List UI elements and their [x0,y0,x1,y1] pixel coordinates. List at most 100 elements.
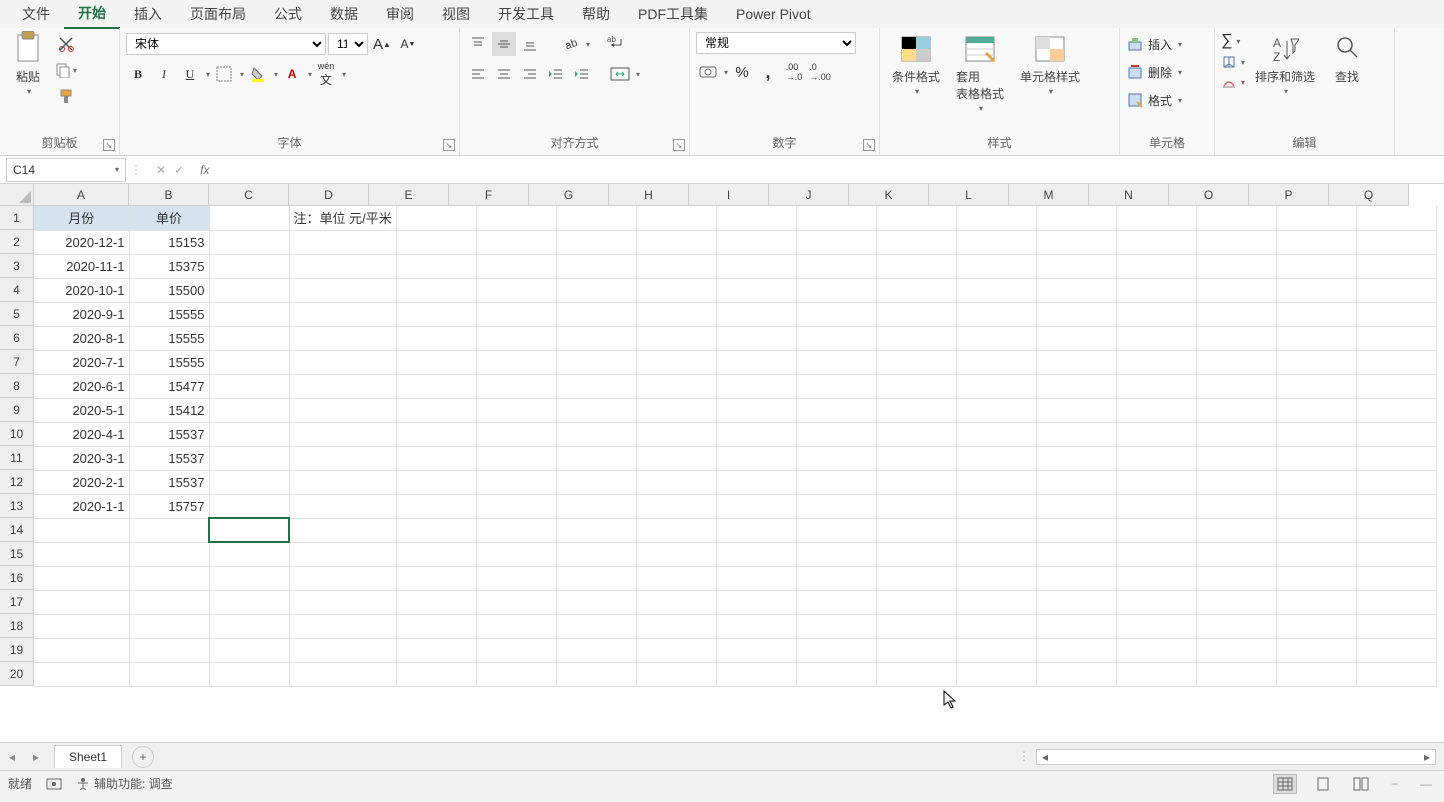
cell[interactable] [636,326,716,350]
cell[interactable] [716,278,796,302]
cell[interactable] [476,422,556,446]
cell[interactable] [1196,230,1276,254]
cell[interactable] [129,590,209,614]
cell[interactable] [1356,302,1436,326]
col-header[interactable]: L [929,184,1009,206]
dialog-launcher-icon[interactable]: ↘ [863,139,875,151]
align-center-button[interactable] [492,62,516,86]
cell[interactable] [1116,638,1196,662]
cell[interactable] [556,638,636,662]
copy-button[interactable]: ▾ [54,58,78,82]
cell[interactable] [876,422,956,446]
cell[interactable] [1116,422,1196,446]
cell[interactable] [209,254,289,278]
macro-record-icon[interactable] [46,776,62,792]
add-sheet-button[interactable]: + [132,746,154,768]
row-header[interactable]: 13 [0,494,34,518]
autosum-button[interactable]: ∑▾ [1221,32,1245,50]
cell[interactable] [1116,254,1196,278]
cell[interactable]: 月份 [34,206,129,230]
increase-decimal-button[interactable]: .00→.0 [782,60,806,84]
cell[interactable] [1356,326,1436,350]
cell[interactable] [716,590,796,614]
cell[interactable] [34,566,129,590]
cell[interactable] [1276,638,1356,662]
cell[interactable] [716,422,796,446]
col-header[interactable]: O [1169,184,1249,206]
row-header[interactable]: 2 [0,230,34,254]
cell[interactable] [396,398,476,422]
cell[interactable] [716,374,796,398]
cell[interactable] [636,590,716,614]
cell[interactable] [1356,446,1436,470]
cell[interactable] [1116,278,1196,302]
horizontal-scrollbar[interactable]: ◂▸ [1036,749,1436,765]
cell[interactable] [796,278,876,302]
cell[interactable] [956,518,1036,542]
cell[interactable] [796,518,876,542]
cell[interactable] [636,542,716,566]
cell[interactable] [289,638,396,662]
find-button[interactable]: 查找 [1325,32,1369,87]
cell[interactable] [956,278,1036,302]
cell[interactable] [289,302,396,326]
cell[interactable] [956,398,1036,422]
view-page-layout-button[interactable] [1311,774,1335,794]
col-header[interactable]: A [34,184,129,206]
cell[interactable] [396,302,476,326]
menu-tab-6[interactable]: 审阅 [372,0,428,28]
bold-button[interactable]: B [126,62,150,86]
dialog-launcher-icon[interactable]: ↘ [443,139,455,151]
comma-button[interactable]: , [756,60,780,84]
cell[interactable] [716,470,796,494]
orientation-button[interactable]: ab [558,32,582,56]
cell[interactable] [556,470,636,494]
cell[interactable] [396,662,476,686]
cell[interactable] [129,566,209,590]
cell[interactable] [129,638,209,662]
cell[interactable] [476,326,556,350]
cell[interactable] [289,230,396,254]
cell[interactable] [289,614,396,638]
cell[interactable] [796,638,876,662]
cell[interactable] [129,518,209,542]
cell[interactable] [556,254,636,278]
cell[interactable] [209,662,289,686]
cell[interactable] [1356,662,1436,686]
cell[interactable] [956,350,1036,374]
cell[interactable] [476,662,556,686]
cell[interactable] [289,326,396,350]
cell[interactable] [556,398,636,422]
cell[interactable]: 15375 [129,254,209,278]
cell[interactable] [1276,566,1356,590]
row-header[interactable]: 15 [0,542,34,566]
cell[interactable] [876,446,956,470]
italic-button[interactable]: I [152,62,176,86]
cell[interactable] [956,254,1036,278]
cell[interactable]: 2020-2-1 [34,470,129,494]
align-right-button[interactable] [518,62,542,86]
row-header[interactable]: 11 [0,446,34,470]
cell[interactable] [716,494,796,518]
cell[interactable] [1276,326,1356,350]
cell[interactable] [1116,470,1196,494]
cell[interactable] [716,254,796,278]
row-header[interactable]: 16 [0,566,34,590]
format-button[interactable]: 格式▾ [1126,88,1182,112]
cell[interactable]: 2020-6-1 [34,374,129,398]
cell[interactable] [796,302,876,326]
cell[interactable] [796,206,876,230]
cell[interactable] [289,446,396,470]
cell[interactable] [796,662,876,686]
cell[interactable] [876,470,956,494]
cell[interactable] [1356,518,1436,542]
cell[interactable] [876,350,956,374]
cell[interactable] [209,542,289,566]
cell[interactable] [1196,638,1276,662]
col-header[interactable]: B [129,184,209,206]
cell[interactable] [1196,326,1276,350]
cell[interactable] [716,302,796,326]
cell[interactable] [34,518,129,542]
cell[interactable] [1116,398,1196,422]
cell[interactable] [476,518,556,542]
